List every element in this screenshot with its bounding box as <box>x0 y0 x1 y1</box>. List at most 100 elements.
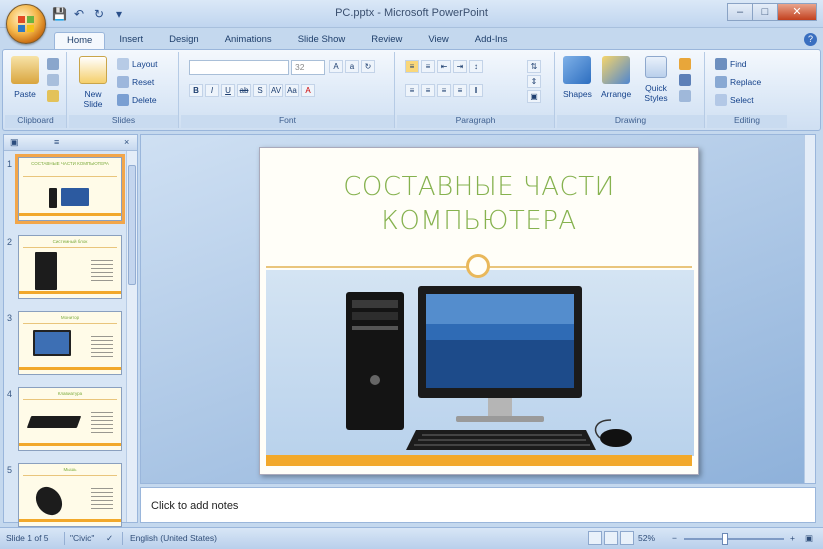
thumbnail-title: Монитор <box>23 315 117 324</box>
cut-button[interactable] <box>47 58 59 70</box>
font-size-combo[interactable]: 32 <box>291 60 325 75</box>
grow-font-button[interactable]: A <box>329 60 343 73</box>
cut-icon <box>47 58 59 70</box>
zoom-slider-knob[interactable] <box>722 533 728 545</box>
zoom-level[interactable]: 52% <box>638 533 655 543</box>
align-left-button[interactable]: ≡ <box>405 84 419 97</box>
help-icon[interactable]: ? <box>804 33 817 46</box>
slides-tab-icon[interactable]: ▣ <box>10 137 19 148</box>
tab-home[interactable]: Home <box>54 32 106 50</box>
quick-styles-button[interactable]: Quick Styles <box>641 56 671 103</box>
slide-sorter-view-button[interactable] <box>604 531 618 545</box>
clear-formatting-button[interactable]: ↻ <box>361 60 375 73</box>
shape-outline-icon[interactable] <box>679 74 691 86</box>
font-name-combo[interactable] <box>189 60 289 75</box>
text-direction-button[interactable]: ⇅ <box>527 60 541 73</box>
bullets-button[interactable]: ≡ <box>405 60 419 73</box>
close-pane-icon[interactable]: × <box>124 137 129 147</box>
drawing-group-label: Drawing <box>557 115 704 128</box>
zoom-out-icon[interactable]: − <box>672 533 677 543</box>
spacing-button[interactable]: AV <box>269 84 283 97</box>
reset-icon <box>117 76 129 88</box>
select-button[interactable]: Select <box>715 94 754 106</box>
slide-thumbnail-4[interactable]: Клавиатура <box>18 387 122 451</box>
slide-thumbnail-3[interactable]: Монитор <box>18 311 122 375</box>
ribbon: Paste Clipboard New Slide Layout Reset D… <box>2 49 821 131</box>
layout-button[interactable]: Layout <box>117 58 158 70</box>
shapes-icon <box>563 56 592 84</box>
slides-group: New Slide Layout Reset Delete Slides <box>69 52 179 128</box>
zoom-slider[interactable] <box>684 538 784 540</box>
zoom-in-icon[interactable]: + <box>790 533 795 543</box>
quick-styles-icon <box>645 56 667 78</box>
computer-illustration <box>346 286 632 450</box>
slide-thumbnail-5[interactable]: Мышь <box>18 463 122 527</box>
reset-button[interactable]: Reset <box>117 76 154 88</box>
find-button[interactable]: Find <box>715 58 747 70</box>
tab-animations[interactable]: Animations <box>213 32 284 50</box>
align-right-button[interactable]: ≡ <box>437 84 451 97</box>
change-case-button[interactable]: Aa <box>285 84 299 97</box>
italic-button[interactable]: I <box>205 84 219 97</box>
tab-review[interactable]: Review <box>359 32 414 50</box>
underline-button[interactable]: U <box>221 84 235 97</box>
new-slide-button[interactable]: New Slide <box>75 56 111 109</box>
shrink-font-button[interactable]: a <box>345 60 359 73</box>
paragraph-group-label: Paragraph <box>397 115 554 128</box>
justify-button[interactable]: ≡ <box>453 84 467 97</box>
notes-pane[interactable]: Click to add notes <box>140 487 816 523</box>
fit-to-window-icon[interactable]: ▣ <box>805 533 813 544</box>
tab-design[interactable]: Design <box>157 32 211 50</box>
scrollbar-thumb[interactable] <box>128 165 136 285</box>
shape-effects-icon[interactable] <box>679 90 691 102</box>
smartart-button[interactable]: ▣ <box>527 90 541 103</box>
shadow-button[interactable]: S <box>253 84 267 97</box>
paste-icon <box>11 56 39 84</box>
editing-group: Find Replace Select Editing <box>707 52 787 128</box>
numbering-button[interactable]: ≡ <box>421 60 435 73</box>
shapes-button[interactable]: Shapes <box>563 56 592 99</box>
slide-vertical-scrollbar[interactable] <box>804 135 815 483</box>
strikethrough-button[interactable]: ab <box>237 84 251 97</box>
close-button[interactable]: ✕ <box>777 3 817 21</box>
thumbnail-scrollbar[interactable] <box>126 151 137 522</box>
decrease-indent-button[interactable]: ⇤ <box>437 60 451 73</box>
tab-view[interactable]: View <box>416 32 460 50</box>
slide-thumbnail-1[interactable]: СОСТАВНЫЕ ЧАСТИ КОМПЬЮТЕРА <box>15 154 125 224</box>
paste-button[interactable]: Paste <box>11 56 39 99</box>
format-painter-button[interactable] <box>47 90 59 102</box>
shape-fill-icon[interactable] <box>679 58 691 70</box>
format-painter-icon <box>47 90 59 102</box>
font-color-button[interactable]: A <box>301 84 315 97</box>
find-label: Find <box>730 59 747 69</box>
increase-indent-button[interactable]: ⇥ <box>453 60 467 73</box>
ribbon-tab-row: Home Insert Design Animations Slide Show… <box>0 28 823 50</box>
copy-button[interactable] <box>47 74 59 86</box>
slide-show-view-button[interactable] <box>620 531 634 545</box>
align-text-button[interactable]: ⇕ <box>527 75 541 88</box>
tab-add-ins[interactable]: Add-Ins <box>463 32 520 50</box>
replace-button[interactable]: Replace <box>715 76 761 88</box>
bold-button[interactable]: B <box>189 84 203 97</box>
slide-thumbnail-2[interactable]: Системный блок <box>18 235 122 299</box>
tab-insert[interactable]: Insert <box>107 32 155 50</box>
new-slide-label: New Slide <box>83 89 103 109</box>
maximize-button[interactable]: □ <box>752 3 778 21</box>
slide-title[interactable]: СОСТАВНЫЕ ЧАСТИ КОМПЬЮТЕРА <box>260 170 698 238</box>
office-button[interactable] <box>6 4 46 44</box>
computer-picture[interactable] <box>266 270 694 456</box>
minimize-button[interactable]: – <box>727 3 753 21</box>
line-spacing-button[interactable]: ↕ <box>469 60 483 73</box>
align-center-button[interactable]: ≡ <box>421 84 435 97</box>
delete-button[interactable]: Delete <box>117 94 157 106</box>
status-bar: Slide 1 of 5 "Civic" ✓ English (United S… <box>0 527 823 549</box>
language-indicator[interactable]: English (United States) <box>130 533 217 543</box>
columns-button[interactable]: ‖ <box>469 84 483 97</box>
arrange-button[interactable]: Arrange <box>601 56 631 99</box>
normal-view-button[interactable] <box>588 531 602 545</box>
outline-tab-icon[interactable]: ≡ <box>54 137 59 147</box>
layout-icon <box>117 58 129 70</box>
tab-slide-show[interactable]: Slide Show <box>286 32 358 50</box>
spellcheck-icon[interactable]: ✓ <box>106 533 113 544</box>
current-slide[interactable]: СОСТАВНЫЕ ЧАСТИ КОМПЬЮТЕРА <box>259 147 699 475</box>
